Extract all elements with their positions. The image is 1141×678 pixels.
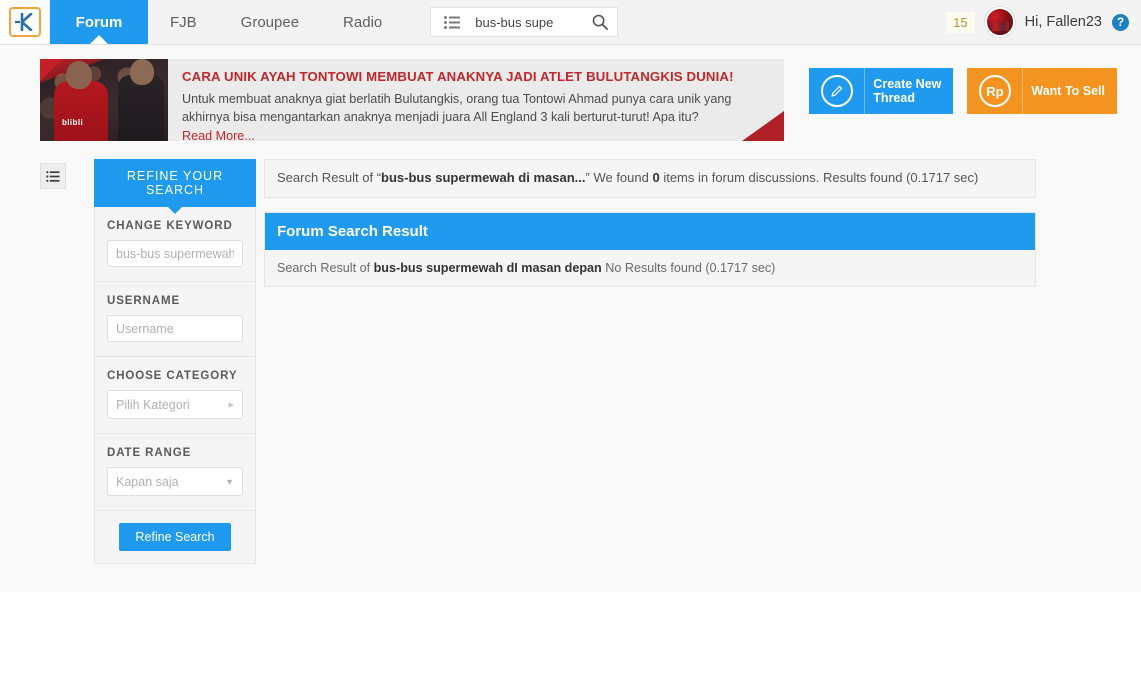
- nav-tab-fjb-label: FJB: [170, 13, 197, 31]
- banner-action-buttons: Create New Thread Rp Want To Sell: [809, 59, 1117, 114]
- primary-nav-tabs: Forum FJB Groupee Radio: [50, 0, 404, 44]
- banner-row: blibli CARA UNIK AYAH TONTOWI MEMBUAT AN…: [0, 45, 1141, 141]
- notification-count-badge[interactable]: 15: [946, 11, 975, 33]
- username-label: USERNAME: [107, 295, 181, 307]
- refine-search-button[interactable]: Refine Search: [119, 523, 231, 551]
- list-icon[interactable]: [431, 8, 474, 36]
- date-range-value: Kapan saja: [116, 474, 179, 489]
- summary-prefix: Search Result of “: [277, 170, 382, 185]
- banner-sponsor-logo: blibli: [62, 118, 84, 127]
- main-content: Search Result of “bus-bus supermewah di …: [264, 159, 1036, 287]
- panel-body-query: bus-bus supermewah dI masan depan: [373, 260, 602, 275]
- panel-body-suffix: No Results found (0.1717 sec): [601, 260, 776, 275]
- pencil-icon-circle: [820, 75, 853, 107]
- create-new-thread-label: Create New Thread: [873, 76, 942, 105]
- nav-tab-groupee-label: Groupee: [240, 13, 300, 31]
- refine-submit-wrapper: Refine Search: [95, 511, 255, 563]
- promo-banner[interactable]: blibli CARA UNIK AYAH TONTOWI MEMBUAT AN…: [40, 59, 784, 141]
- summary-suffix: items in forum discussions. Results foun…: [659, 170, 979, 185]
- refine-group-change-keyword: CHANGE KEYWORD: [95, 207, 255, 282]
- forum-search-result-panel: Forum Search Result Search Result of bus…: [264, 211, 1036, 287]
- change-keyword-label: CHANGE KEYWORD: [107, 220, 233, 232]
- choose-category-select[interactable]: Pilih Kategori ▸: [107, 390, 243, 419]
- refine-group-date-range: DATE RANGE Kapan saja ▼: [95, 434, 255, 511]
- avatar[interactable]: [984, 7, 1015, 37]
- nav-tab-groupee[interactable]: Groupee: [219, 0, 321, 44]
- summary-middle: ” We found: [585, 170, 653, 185]
- banner-text-block: CARA UNIK AYAH TONTOWI MEMBUAT ANAKNYA J…: [168, 59, 784, 141]
- banner-corner-triangle: [742, 111, 784, 141]
- want-to-sell-label: Want To Sell: [1031, 83, 1105, 98]
- search-result-summary: Search Result of “bus-bus supermewah di …: [264, 159, 1036, 198]
- search-icon-glyph: [592, 14, 609, 30]
- banner-player-two-head: [130, 59, 154, 85]
- refine-group-username: USERNAME: [95, 282, 255, 357]
- kaskus-logo-icon: [14, 13, 32, 31]
- list-toggle-icon[interactable]: [40, 163, 66, 189]
- forum-search-result-body: Search Result of bus-bus supermewah dI m…: [265, 249, 1035, 286]
- pencil-icon: [809, 68, 866, 114]
- banner-title: CARA UNIK AYAH TONTOWI MEMBUAT ANAKNYA J…: [182, 69, 734, 84]
- refine-group-choose-category: CHOOSE CATEGORY Pilih Kategori ▸: [95, 357, 255, 434]
- banner-description: Untuk membuat anaknya giat berlatih Bulu…: [182, 92, 732, 125]
- top-navigation-bar: Forum FJB Groupee Radio bus-bus supe 15 …: [0, 0, 1141, 45]
- refine-search-body: CHANGE KEYWORD USERNAME CHOOSE CATEGORY …: [94, 207, 256, 564]
- banner-image-corner-accent: [40, 59, 62, 81]
- search-icon[interactable]: [583, 8, 618, 36]
- rupiah-icon: Rp: [967, 68, 1024, 114]
- choose-category-label: CHOOSE CATEGORY: [107, 370, 238, 382]
- pencil-icon-glyph: [831, 85, 843, 97]
- list-icon-glyph: [444, 15, 461, 29]
- change-keyword-input[interactable]: [107, 240, 243, 267]
- chevron-down-icon: ▼: [225, 476, 234, 487]
- banner-player-one: [54, 81, 108, 141]
- kaskus-logo[interactable]: [8, 7, 41, 37]
- date-range-select[interactable]: Kapan saja ▼: [107, 467, 243, 496]
- logo-container[interactable]: [0, 0, 50, 44]
- choose-category-value: Pilih Kategori: [116, 397, 190, 412]
- rupiah-icon-circle: Rp: [978, 75, 1011, 107]
- search-input[interactable]: [473, 8, 584, 36]
- chevron-right-icon: ▸: [228, 399, 234, 411]
- nav-tab-radio-label: Radio: [343, 13, 383, 31]
- panel-body-prefix: Search Result of: [277, 260, 374, 275]
- nav-tab-forum-label: Forum: [75, 13, 123, 31]
- summary-query: bus-bus supermewah di masan...: [381, 170, 586, 185]
- refine-search-header: REFINE YOUR SEARCH: [94, 159, 256, 207]
- banner-read-more-link[interactable]: Read More...: [182, 129, 255, 142]
- user-area: 15 Hi, Fallen23 ?: [946, 0, 1141, 44]
- username-input[interactable]: [107, 315, 243, 342]
- banner-player-one-head: [66, 61, 92, 89]
- banner-thumbnail-image: blibli: [40, 59, 168, 141]
- nav-tab-radio[interactable]: Radio: [321, 0, 404, 44]
- nav-tab-forum[interactable]: Forum: [50, 0, 148, 44]
- date-range-label: DATE RANGE: [107, 447, 192, 459]
- user-greeting[interactable]: Hi, Fallen23: [1025, 14, 1102, 30]
- content-row: REFINE YOUR SEARCH CHANGE KEYWORD USERNA…: [0, 141, 1141, 564]
- refine-search-sidebar: REFINE YOUR SEARCH CHANGE KEYWORD USERNA…: [94, 159, 256, 564]
- page-root: Forum FJB Groupee Radio bus-bus supe 15 …: [0, 0, 1141, 592]
- create-new-thread-button[interactable]: Create New Thread: [809, 68, 954, 114]
- forum-search-result-title: Forum Search Result: [265, 212, 1035, 250]
- help-icon[interactable]: ?: [1112, 13, 1129, 31]
- nav-tab-fjb[interactable]: FJB: [148, 0, 219, 44]
- global-search-group: [430, 7, 619, 37]
- summary-count: 0: [652, 170, 660, 185]
- want-to-sell-button[interactable]: Rp Want To Sell: [967, 68, 1117, 114]
- list-toggle-icon-glyph: [46, 170, 60, 182]
